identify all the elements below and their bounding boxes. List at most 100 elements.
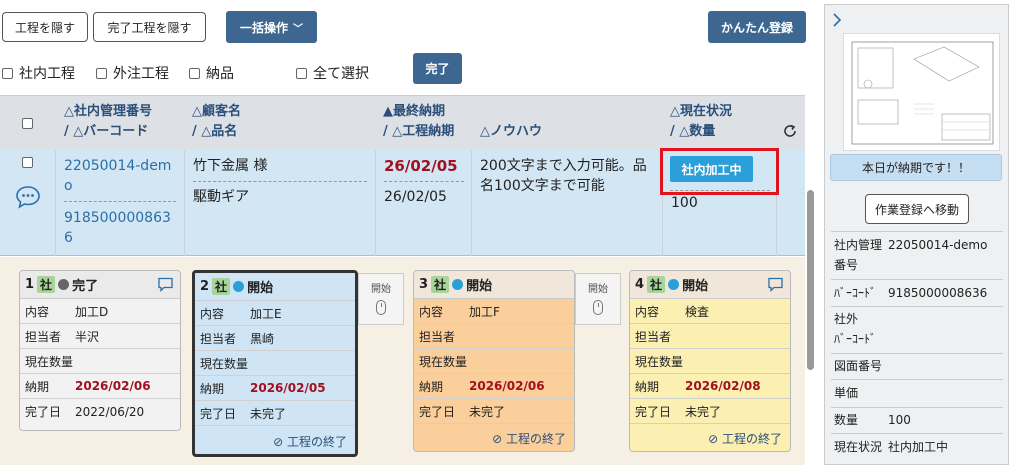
drawing-image: [851, 41, 994, 145]
col-barcode[interactable]: / △バーコード: [64, 122, 148, 142]
filter-internal-label: 社内工程: [19, 66, 75, 82]
card-done-date: 未完了: [250, 406, 287, 421]
finish-label: 工程の終了: [505, 432, 566, 446]
complete-button[interactable]: 完了: [413, 53, 462, 84]
card-number: 1: [25, 277, 35, 292]
select-all[interactable]: 全て選択: [296, 63, 369, 83]
card-number: 2: [200, 279, 210, 294]
col-product[interactable]: / △品名: [192, 122, 237, 142]
start-label: 開始: [371, 284, 391, 295]
status-dot-icon: [452, 279, 464, 290]
hide-process-button[interactable]: 工程を隠す: [2, 12, 88, 42]
card-done-date: 未完了: [469, 404, 506, 419]
check-circle-icon: ⊘: [273, 435, 284, 449]
card-state: 完了: [72, 279, 99, 294]
filter-delivery[interactable]: 納品: [189, 63, 234, 83]
mgmt-label-2: 番号: [834, 258, 859, 272]
card-due: 2026/02/06: [75, 379, 151, 393]
card-label: 納期: [635, 379, 660, 394]
filter-outsourced-checkbox[interactable]: [96, 67, 107, 79]
card-tag: 社: [647, 276, 666, 293]
col-customer[interactable]: △顧客名: [192, 102, 241, 122]
filter-outsourced-label: 外注工程: [113, 66, 169, 82]
check-circle-icon: ⊘: [492, 432, 503, 446]
finish-process-button[interactable]: ⊘ 工程の終了: [273, 433, 347, 450]
card-label: 現在数量: [419, 354, 468, 369]
col-mgmt-no[interactable]: △社内管理番号: [64, 102, 152, 122]
card-label: 内容: [635, 304, 660, 319]
process-card-3[interactable]: 3 社 開始 内容 加工F 担当者 現在数量 納期 2026/02/06 完了日 未完…: [413, 270, 575, 452]
easy-register-button[interactable]: かんたん登録: [708, 11, 806, 43]
detail-sidebar: 本日が納期です！！ 作業登録へ移動 社内管理 22050014-demo 番号 …: [824, 4, 1009, 465]
mgmt-no-link[interactable]: 22050014-demo: [64, 156, 176, 196]
card-label: 完了日: [635, 404, 672, 419]
refresh-icon[interactable]: [782, 123, 798, 139]
card-person: 黒崎: [250, 331, 275, 346]
card-tag: 社: [212, 278, 231, 295]
col-knowhow[interactable]: △ノウハウ: [480, 122, 542, 142]
status-dot-icon: [233, 281, 245, 292]
drawing-no-label: 図面番号: [834, 359, 883, 373]
card-content: 検査: [685, 304, 710, 319]
card-label: 担当者: [635, 329, 672, 344]
col-status[interactable]: △現在状況: [670, 102, 732, 122]
filter-delivery-checkbox[interactable]: [189, 67, 200, 79]
status-side-value: 社内加工中: [888, 440, 949, 454]
process-card-4[interactable]: 4 社 開始 内容 検査 担当者 現在数量 納期 2026/02/08 完了日 未完了…: [629, 270, 791, 452]
qty-side-value: 100: [888, 413, 911, 427]
hide-done-button[interactable]: 完了工程を隠す: [93, 12, 206, 42]
card-done-date: 未完了: [685, 404, 722, 419]
col-qty[interactable]: / △数量: [670, 122, 715, 142]
process-card-2[interactable]: 2 社 開始 内容 加工E 担当者 黒崎 現在数量 納期 2026/02/05 完了日…: [192, 270, 358, 457]
comment-icon[interactable]: [767, 277, 784, 292]
status-badge[interactable]: 社内加工中: [670, 156, 753, 182]
card-label: 完了日: [200, 406, 237, 421]
col-final-due[interactable]: ▲最終納期: [383, 102, 445, 122]
chevron-right-icon[interactable]: [831, 12, 843, 28]
start-button[interactable]: 開始: [358, 273, 404, 325]
ext-barcode-label: 社外: [834, 312, 859, 326]
row-checkbox[interactable]: [22, 157, 33, 168]
drawing-thumbnail[interactable]: [843, 33, 1000, 151]
process-card-1[interactable]: 1 社 完了 内容 加工D 担当者 半沢 現在数量 納期 2026/02/06 完了日…: [19, 270, 181, 431]
start-label: 開始: [588, 284, 608, 295]
header-checkbox[interactable]: [22, 118, 33, 129]
card-content: 加工F: [469, 304, 500, 319]
filter-delivery-label: 納品: [206, 66, 234, 82]
comment-icon[interactable]: [15, 185, 41, 209]
card-label: 担当者: [419, 329, 456, 344]
card-label: 納期: [419, 379, 444, 394]
bulk-action-button[interactable]: 一括操作 ﹀: [226, 11, 317, 43]
card-due: 2026/02/05: [250, 381, 326, 395]
move-to-work-button[interactable]: 作業登録へ移動: [865, 194, 969, 224]
select-all-checkbox[interactable]: [296, 67, 307, 79]
card-content: 加工D: [75, 304, 109, 319]
due-notice: 本日が納期です！！: [830, 154, 1002, 181]
barcode-link[interactable]: 9185000008636: [64, 208, 176, 248]
filter-internal-checkbox[interactable]: [2, 67, 13, 79]
card-person: 半沢: [75, 329, 100, 344]
card-label: 現在数量: [635, 354, 684, 369]
customer-name: 竹下金属 様: [193, 158, 268, 174]
barcode-label: ﾊﾞｰｺｰﾄﾞ: [834, 286, 877, 300]
select-all-label: 全て選択: [313, 66, 369, 82]
qty-label: 数量: [834, 413, 859, 427]
card-label: 担当者: [200, 331, 237, 346]
col-proc-due[interactable]: / △工程納期: [383, 122, 454, 142]
card-done-date: 2022/06/20: [75, 404, 145, 419]
start-button[interactable]: 開始: [575, 273, 621, 325]
card-label: 内容: [200, 306, 225, 321]
filter-outsourced[interactable]: 外注工程: [96, 63, 169, 83]
comment-icon[interactable]: [157, 277, 174, 292]
filter-internal[interactable]: 社内工程: [2, 63, 75, 83]
card-due: 2026/02/08: [685, 379, 761, 393]
card-label: 完了日: [25, 405, 62, 419]
finish-process-button[interactable]: ⊘ 工程の終了: [492, 430, 566, 447]
mouse-icon: [376, 300, 386, 315]
card-label: 現在数量: [200, 356, 249, 371]
barcode-value: 9185000008636: [888, 286, 988, 300]
card-number: 4: [635, 277, 645, 292]
scrollbar[interactable]: [807, 190, 814, 370]
finish-process-button[interactable]: ⊘ 工程の終了: [708, 430, 782, 447]
status-dot-icon: [58, 279, 70, 290]
